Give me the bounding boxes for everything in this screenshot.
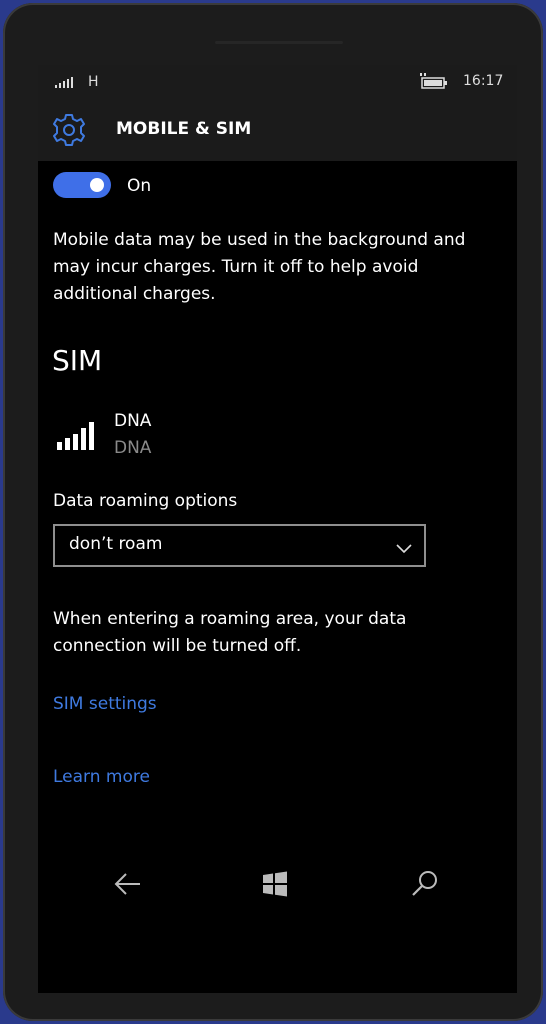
back-arrow-icon xyxy=(114,873,140,895)
status-bar: H 16:17 xyxy=(38,65,517,99)
page-title: MOBILE & SIM xyxy=(116,119,252,139)
earpiece-speaker xyxy=(215,41,343,44)
roaming-options-label: Data roaming options xyxy=(53,491,238,511)
sim-operator-item[interactable]: DNA DNA xyxy=(38,405,517,465)
phone-frame: H 16:17 MOBILE & SIM On Mobile data may … xyxy=(3,3,543,1021)
screen: H 16:17 MOBILE & SIM On Mobile data may … xyxy=(38,65,517,993)
section-title-sim: SIM xyxy=(52,344,103,377)
description-line: connection will be turned off. xyxy=(53,636,302,656)
sim-settings-link[interactable]: SIM settings xyxy=(53,694,157,714)
clock: 16:17 xyxy=(463,73,504,89)
learn-more-link[interactable]: Learn more xyxy=(53,767,150,787)
chevron-down-icon xyxy=(396,539,412,558)
sim-signal-icon xyxy=(57,420,94,450)
description-line: additional charges. xyxy=(53,284,216,304)
toggle-state-label: On xyxy=(127,176,152,196)
roaming-options-dropdown[interactable]: don’t roam xyxy=(53,524,426,567)
description-line: may incur charges. Turn it off to help a… xyxy=(53,257,419,277)
mobile-data-description: Mobile data may be used in the backgroun… xyxy=(53,227,513,308)
mobile-data-toggle[interactable] xyxy=(53,172,111,198)
sim-operator-name: DNA xyxy=(114,411,152,431)
network-type: H xyxy=(88,74,99,90)
roaming-description: When entering a roaming area, your data … xyxy=(53,606,513,660)
sim-operator-subtitle: DNA xyxy=(114,438,152,458)
description-line: When entering a roaming area, your data xyxy=(53,609,407,629)
signal-strength-icon xyxy=(55,76,73,88)
start-button[interactable] xyxy=(261,870,289,898)
battery-charging-icon xyxy=(418,72,450,94)
back-button[interactable] xyxy=(112,870,144,898)
description-line: Mobile data may be used in the backgroun… xyxy=(53,230,466,250)
gear-icon xyxy=(52,113,86,151)
toggle-knob xyxy=(90,178,104,192)
page-header: MOBILE & SIM xyxy=(38,99,517,161)
search-button[interactable] xyxy=(410,869,440,899)
dropdown-selected-value: don’t roam xyxy=(69,534,163,554)
search-icon xyxy=(412,871,437,896)
windows-logo-icon xyxy=(263,871,287,897)
